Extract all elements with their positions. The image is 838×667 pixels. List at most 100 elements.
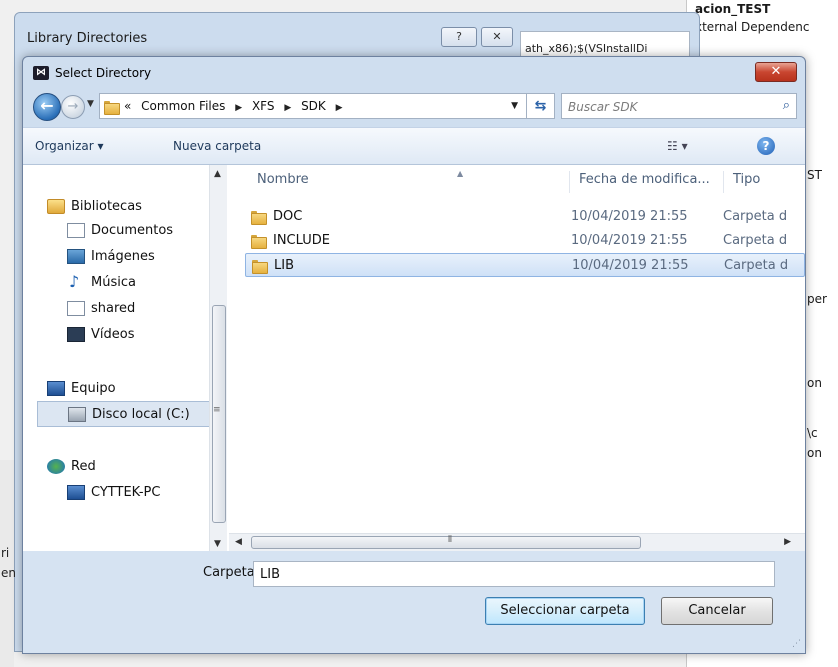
address-dropdown-icon[interactable]: ▼ <box>511 101 518 111</box>
background-fragment: ST <box>807 168 822 182</box>
sidebar-item-label: Vídeos <box>91 327 135 342</box>
scroll-down-arrow-icon[interactable]: ▼ <box>214 539 221 549</box>
visual-studio-icon: ⋈ <box>33 66 49 80</box>
libdir-help-button[interactable]: ? <box>441 27 477 47</box>
chevron-right-icon[interactable]: ▶ <box>336 103 343 113</box>
file-date: 10/04/2019 21:55 <box>571 233 688 248</box>
sidebar-item-label: Imágenes <box>91 249 155 264</box>
file-row-lib[interactable]: LIB 10/04/2019 21:55 Carpeta d <box>245 253 805 277</box>
sidebar-item-cyttek-pc[interactable]: CYTTEK-PC <box>67 483 207 503</box>
refresh-button[interactable]: ⇆ <box>527 93 555 119</box>
libdir-close-button[interactable]: ✕ <box>481 27 513 47</box>
breadcrumb-common-files[interactable]: Common Files <box>141 99 225 113</box>
folder-name-input[interactable] <box>253 561 775 587</box>
folder-icon <box>104 99 120 115</box>
sidebar-item-label: CYTTEK-PC <box>91 485 161 500</box>
resize-grip-icon[interactable]: ⋰ <box>792 639 801 649</box>
sidebar-item-label: Equipo <box>71 381 116 396</box>
sort-ascending-icon: ▲ <box>457 169 464 178</box>
sidebar-item-label: Disco local (C:) <box>92 407 190 422</box>
breadcrumb: « Common Files ▶ XFS ▶ SDK ▶ <box>124 99 349 113</box>
library-directories-title: Library Directories <box>27 31 148 46</box>
file-name: DOC <box>273 209 303 224</box>
organize-menu-button[interactable]: Organizar ▾ <box>35 139 104 153</box>
history-dropdown-icon[interactable]: ▼ <box>87 99 94 109</box>
background-fragment: on <box>807 446 822 460</box>
background-fragment: ri <box>1 546 10 560</box>
file-date: 10/04/2019 21:55 <box>571 209 688 224</box>
pc-icon <box>67 485 85 500</box>
navigation-pane: Bibliotecas Documentos Imágenes Música s… <box>33 165 229 551</box>
videos-icon <box>67 327 85 342</box>
pictures-icon <box>67 249 85 264</box>
column-divider[interactable] <box>569 171 570 193</box>
sidebar-item-disco-local[interactable]: Disco local (C:) <box>37 401 211 427</box>
new-folder-button[interactable]: Nueva carpeta <box>173 139 261 153</box>
library-icon <box>47 199 65 214</box>
file-type: Carpeta d <box>723 233 788 248</box>
libdir-path-text: ath_x86);$(VSInstallDi <box>525 42 648 55</box>
documents-icon <box>67 223 85 238</box>
background-panel-title: acion_TEST <box>695 2 771 16</box>
local-disk-icon <box>68 407 86 422</box>
search-box: ⌕ <box>561 93 797 119</box>
column-header-name[interactable]: Nombre <box>257 165 309 195</box>
file-row-include[interactable]: INCLUDE 10/04/2019 21:55 Carpeta d <box>245 229 805 253</box>
breadcrumb-overflow[interactable]: « <box>124 99 131 113</box>
dialog-titlebar[interactable]: ⋈ Select Directory ✕ <box>23 57 805 87</box>
scroll-grip-icon: ≡ <box>213 405 221 415</box>
sidebar-item-equipo[interactable]: Equipo <box>47 379 207 399</box>
file-type: Carpeta d <box>723 209 788 224</box>
view-options-button[interactable]: ☷ ▾ <box>667 139 688 153</box>
chevron-right-icon[interactable]: ▶ <box>235 103 242 113</box>
file-date: 10/04/2019 21:55 <box>572 258 689 273</box>
background-left-strip: ri en <box>0 460 16 667</box>
sidebar-item-videos[interactable]: Vídeos <box>67 325 207 345</box>
breadcrumb-xfs[interactable]: XFS <box>252 99 275 113</box>
dialog-close-button[interactable]: ✕ <box>755 62 797 82</box>
address-bar[interactable]: « Common Files ▶ XFS ▶ SDK ▶ ▼ <box>99 93 527 119</box>
sidebar-item-red[interactable]: Red <box>47 457 207 477</box>
cancel-button[interactable]: Cancelar <box>661 597 773 625</box>
sidebar-item-label: shared <box>91 301 136 316</box>
search-icon[interactable]: ⌕ <box>783 98 790 113</box>
browser-body: Bibliotecas Documentos Imágenes Música s… <box>23 165 805 551</box>
sidebar-item-label: Documentos <box>91 223 174 238</box>
help-icon[interactable]: ? <box>757 137 775 155</box>
computer-icon <box>47 381 65 396</box>
breadcrumb-sdk[interactable]: SDK <box>301 99 326 113</box>
background-panel-subtitle: xternal Dependenc <box>695 20 810 34</box>
dialog-footer: Carpeta: Seleccionar carpeta Cancelar ⋰ <box>23 551 805 653</box>
chevron-right-icon[interactable]: ▶ <box>284 103 291 113</box>
background-fragment: per <box>807 292 827 306</box>
column-header-date[interactable]: Fecha de modifica... <box>579 165 710 195</box>
folder-icon <box>251 209 267 225</box>
sidebar-item-label: Música <box>91 275 136 290</box>
column-header-type[interactable]: Tipo <box>733 165 760 195</box>
network-icon <box>47 459 65 474</box>
sidebar-item-musica[interactable]: Música <box>67 272 207 293</box>
sidebar-item-shared[interactable]: shared <box>67 299 207 319</box>
dialog-title: Select Directory <box>55 66 152 80</box>
forward-button[interactable]: → <box>61 95 85 119</box>
navigation-scrollbar[interactable]: ▲ ≡ ▼ <box>209 165 227 551</box>
file-type: Carpeta d <box>724 258 789 273</box>
scrollbar-thumb[interactable]: ⦀ <box>251 535 641 549</box>
file-list-pane: Nombre ▲ Fecha de modifica... Tipo DOC 1… <box>229 165 805 551</box>
scroll-left-arrow-icon[interactable]: ◀ <box>235 537 242 547</box>
folder-icon <box>251 233 267 249</box>
select-folder-button[interactable]: Seleccionar carpeta <box>485 597 645 625</box>
scroll-right-arrow-icon[interactable]: ▶ <box>784 537 791 547</box>
scroll-grip-icon: ⦀ <box>448 535 452 545</box>
sidebar-item-bibliotecas[interactable]: Bibliotecas <box>47 197 207 217</box>
back-button[interactable]: ← <box>33 93 61 121</box>
background-fragment: en <box>1 566 16 580</box>
column-divider[interactable] <box>723 171 724 193</box>
search-input[interactable] <box>568 98 768 116</box>
file-row-doc[interactable]: DOC 10/04/2019 21:55 Carpeta d <box>245 205 805 229</box>
sidebar-item-imagenes[interactable]: Imágenes <box>67 247 207 267</box>
sidebar-item-documentos[interactable]: Documentos <box>67 221 207 241</box>
scroll-up-arrow-icon[interactable]: ▲ <box>214 169 221 179</box>
libdir-path-field[interactable]: ath_x86);$(VSInstallDi <box>520 31 690 59</box>
file-list-horizontal-scrollbar[interactable]: ◀ ⦀ ▶ <box>229 533 805 551</box>
